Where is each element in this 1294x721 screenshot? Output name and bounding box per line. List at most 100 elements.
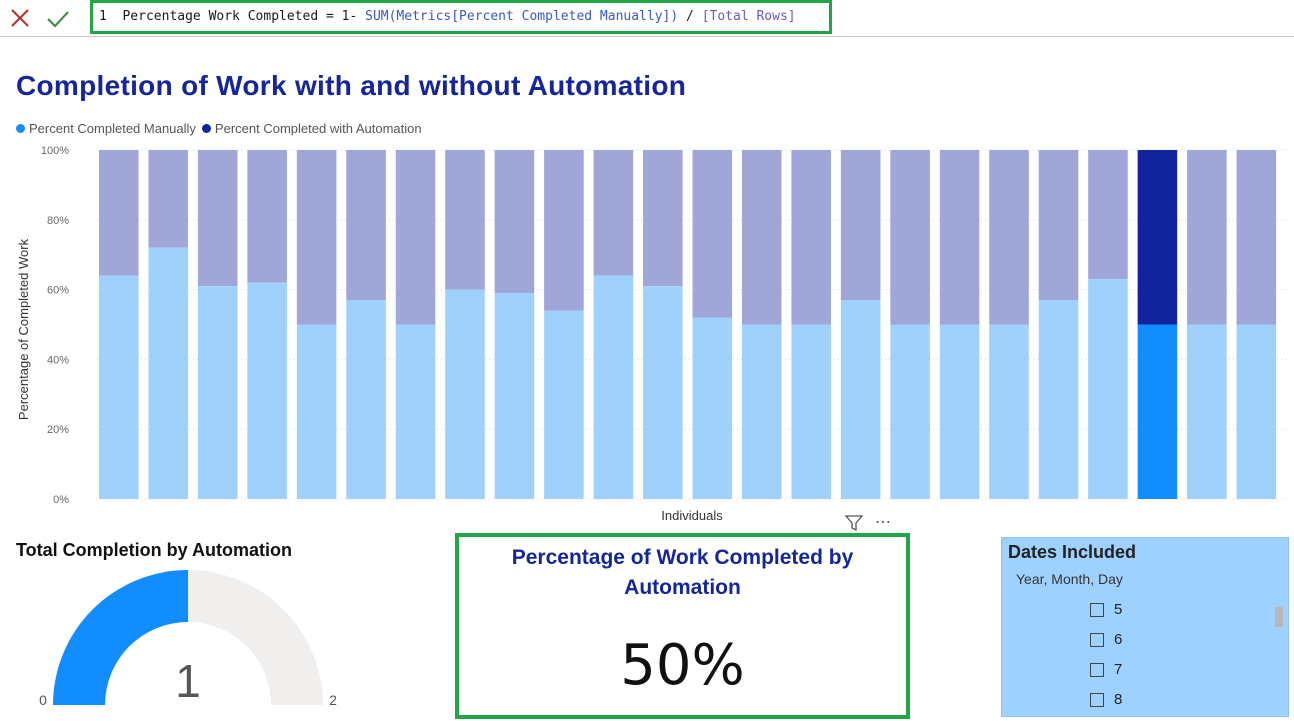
bar-manual[interactable]: [890, 324, 930, 500]
bar-automation[interactable]: [989, 150, 1029, 325]
y-tick-label: 0%: [53, 494, 69, 506]
gauge-track: [188, 570, 323, 705]
bar-automation[interactable]: [296, 150, 337, 325]
bar-automation[interactable]: [692, 150, 733, 318]
stacked-bar-chart: 0% 20% 40% 60% 80% 100% Individuals Percentage …: [16, 145, 1286, 523]
chart-legend: Percent Completed Manually Percent Compl…: [16, 120, 428, 136]
bar-automation[interactable]: [1088, 150, 1128, 280]
slicer-checkbox[interactable]: [1090, 692, 1104, 707]
gauge-fill: [53, 570, 188, 705]
bar-manual[interactable]: [247, 282, 287, 499]
bar-manual[interactable]: [791, 324, 831, 500]
cancel-formula-button[interactable]: [8, 6, 32, 30]
gauge-chart: 0 2 1: [39, 570, 337, 708]
bar-automation[interactable]: [939, 150, 980, 325]
bar-automation[interactable]: [890, 150, 930, 325]
legend-item-automation[interactable]: Percent Completed with Automation: [201, 120, 422, 136]
slicer-checkbox[interactable]: [1090, 632, 1104, 647]
bar-automation[interactable]: [840, 150, 881, 301]
card-title: Percentage of Work Completed by Automati…: [511, 546, 854, 599]
legend-label-manual: Percent Completed Manually: [29, 120, 196, 136]
bar-automation[interactable]: [494, 150, 535, 294]
report-title: Completion of Work with and without Auto…: [16, 70, 687, 101]
bar-automation[interactable]: [643, 150, 683, 287]
bar-automation[interactable]: [346, 150, 386, 301]
close-icon: [11, 9, 29, 27]
slicer-scrollbar[interactable]: [1275, 607, 1283, 627]
bar-manual[interactable]: [840, 300, 881, 499]
slicer-item-label: 6: [1114, 631, 1123, 648]
bar-manual[interactable]: [99, 275, 139, 499]
y-tick-label: 80%: [47, 215, 69, 227]
bar-manual[interactable]: [346, 300, 386, 499]
bar-manual[interactable]: [148, 247, 189, 499]
slicer-item[interactable]: 8: [1090, 691, 1122, 708]
legend-item-manual[interactable]: Percent Completed Manually: [16, 121, 196, 136]
bar-automation[interactable]: [741, 150, 782, 325]
bar-manual[interactable]: [494, 293, 535, 499]
bar-manual[interactable]: [445, 289, 485, 499]
date-slicer: Dates Included Year, Month, Day 5 6 7 8: [1001, 537, 1289, 717]
bar-manual[interactable]: [1187, 324, 1227, 500]
bar-automation[interactable]: [1236, 150, 1277, 325]
bar-manual[interactable]: [395, 324, 436, 500]
bar-manual[interactable]: [989, 324, 1029, 500]
bar-automation[interactable]: [1038, 150, 1079, 301]
bar-manual[interactable]: [939, 324, 980, 500]
formula-function: SUM(Metrics[Percent Completed Manually]): [365, 9, 679, 24]
card-value: 50%: [620, 633, 745, 698]
slicer-item[interactable]: 5: [1090, 601, 1122, 618]
bar-automation[interactable]: [1187, 150, 1227, 325]
y-tick-label: 20%: [47, 424, 69, 436]
bar-automation[interactable]: [395, 150, 436, 325]
bar-automation[interactable]: [544, 150, 584, 311]
bar-manual[interactable]: [593, 275, 634, 499]
more-options-icon[interactable]: ⋯: [875, 512, 892, 534]
formula-bar: 1 Percentage Work Completed = 1- SUM(Met…: [0, 0, 1294, 37]
y-tick-label: 100%: [41, 145, 69, 157]
slicer-item[interactable]: 6: [1090, 631, 1122, 648]
bar-automation[interactable]: [148, 150, 189, 248]
slicer-title: Dates Included: [1008, 542, 1137, 562]
bar-manual[interactable]: [741, 324, 782, 500]
visual-header: ⋯: [843, 512, 892, 534]
gauge-title: Total Completion by Automation: [16, 540, 292, 560]
bar-automation[interactable]: [247, 150, 287, 283]
formula-operator: /: [678, 9, 702, 24]
slicer-hierarchy-label: Year, Month, Day: [1016, 571, 1123, 587]
bar-automation[interactable]: [197, 150, 238, 287]
bar-automation[interactable]: [791, 150, 831, 325]
bar-manual[interactable]: [544, 310, 584, 499]
line-number: 1: [99, 9, 107, 24]
filter-icon[interactable]: [843, 512, 865, 534]
measure-definition: Percentage Work Completed = 1-: [122, 9, 366, 24]
slicer-checkbox[interactable]: [1090, 602, 1104, 617]
bar-automation[interactable]: [593, 150, 634, 276]
bar-automation[interactable]: [1137, 150, 1178, 325]
formula-editor[interactable]: 1 Percentage Work Completed = 1- SUM(Met…: [90, 0, 832, 34]
gauge-min-label: 0: [39, 692, 47, 708]
bar-automation[interactable]: [445, 150, 485, 290]
bar-manual[interactable]: [692, 317, 733, 499]
legend-marker-manual: [16, 123, 25, 133]
bar-manual[interactable]: [643, 286, 683, 499]
slicer-item[interactable]: 7: [1090, 661, 1122, 678]
bar-manual[interactable]: [197, 286, 238, 499]
legend-label-automation: Percent Completed with Automation: [214, 120, 422, 136]
bar-manual[interactable]: [296, 324, 337, 500]
bar-manual[interactable]: [1038, 300, 1079, 499]
gauge-value: 1: [175, 655, 201, 707]
y-tick-label: 60%: [47, 285, 69, 297]
commit-formula-button[interactable]: [46, 6, 70, 30]
bar-manual[interactable]: [1236, 324, 1277, 500]
y-axis-title: Percentage of Completed Work: [16, 238, 31, 420]
formula-text: 1 Percentage Work Completed = 1- SUM(Met…: [99, 9, 796, 24]
slicer-item-label: 5: [1114, 601, 1123, 618]
bar-manual[interactable]: [1088, 279, 1128, 499]
bar-manual[interactable]: [1137, 324, 1178, 500]
bar-automation[interactable]: [99, 150, 139, 276]
legend-marker-automation: [201, 123, 211, 133]
slicer-checkbox[interactable]: [1090, 662, 1104, 677]
checkmark-icon: [47, 11, 69, 28]
slicer-item-label: 8: [1114, 691, 1123, 708]
